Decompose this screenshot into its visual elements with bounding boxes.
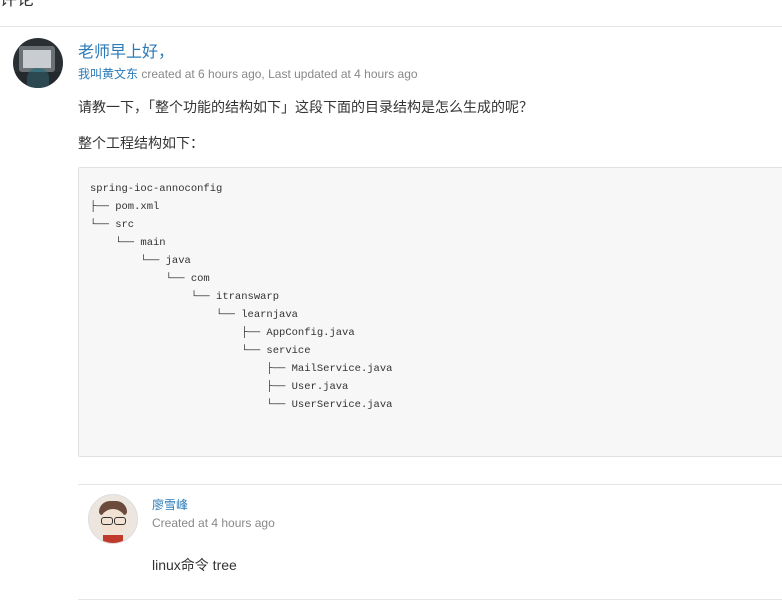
code-block: spring-ioc-annoconfig ├── pom.xml └── sr… xyxy=(78,167,782,457)
comment-author-link[interactable]: 我叫黄文东 xyxy=(78,67,138,81)
comment-intro: 整个工程结构如下： xyxy=(78,135,204,151)
comment-title[interactable]: 老师早上好， xyxy=(78,43,174,63)
section-title: 评论 xyxy=(0,0,34,10)
divider xyxy=(0,26,782,27)
reply-text: linux命令 tree xyxy=(152,557,237,573)
directory-tree: spring-ioc-annoconfig ├── pom.xml └── sr… xyxy=(90,183,393,411)
divider xyxy=(78,484,782,485)
reply-meta: Created at 4 hours ago xyxy=(152,516,275,530)
reply-avatar[interactable] xyxy=(88,494,138,544)
comment-meta: 我叫黄文东 created at 6 hours ago, Last updat… xyxy=(78,66,418,82)
divider xyxy=(78,599,782,600)
comment-question: 请教一下，「整个功能的结构如下」这段下面的目录结构是怎么生成的呢？ xyxy=(78,99,533,115)
avatar[interactable] xyxy=(13,38,63,88)
comment-meta-text: created at 6 hours ago, Last updated at … xyxy=(138,67,418,81)
reply-author-link[interactable]: 廖雪峰 xyxy=(152,497,188,513)
